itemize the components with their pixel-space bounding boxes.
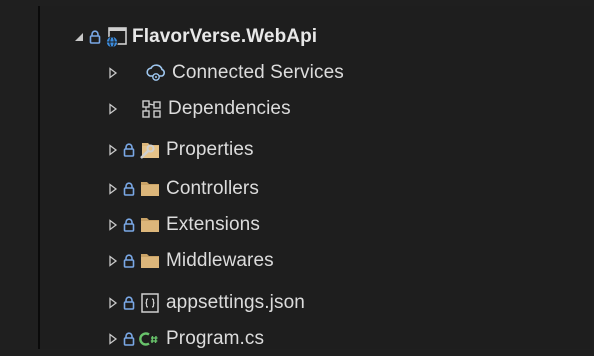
window-frame: FlavorVerse.WebApi Connected Services De… xyxy=(0,0,594,353)
tree-item-program-cs[interactable]: Program.cs xyxy=(40,322,594,356)
tree-item-label: Properties xyxy=(166,139,254,160)
lock-icon xyxy=(122,294,136,312)
web-project-icon xyxy=(104,25,128,49)
folder-icon xyxy=(138,249,162,273)
lock-icon xyxy=(122,216,136,234)
lock-icon xyxy=(88,28,102,46)
lock-icon xyxy=(122,330,136,348)
tree-item-label: Middlewares xyxy=(166,250,274,271)
project-name: FlavorVerse.WebApi xyxy=(132,26,318,47)
tree-item-connected-services[interactable]: Connected Services xyxy=(40,56,594,90)
tree-item-label: Extensions xyxy=(166,214,260,235)
expand-arrow-icon[interactable] xyxy=(104,100,122,118)
folder-icon xyxy=(138,177,162,201)
tree-item-dependencies[interactable]: Dependencies xyxy=(40,92,594,126)
tree-item-label: Program.cs xyxy=(166,328,265,349)
expand-arrow-icon[interactable] xyxy=(104,330,122,348)
tree-item-appsettings[interactable]: appsettings.json xyxy=(40,286,594,320)
tree-item-label: Controllers xyxy=(166,178,259,199)
connected-services-icon xyxy=(144,61,168,85)
folder-icon xyxy=(138,213,162,237)
csharp-file-icon xyxy=(138,327,162,351)
tree-item-properties[interactable]: Properties xyxy=(40,133,594,167)
tree-item-label: Connected Services xyxy=(172,62,344,83)
tree-item-label: appsettings.json xyxy=(166,292,305,313)
tree-item-label: Dependencies xyxy=(168,98,291,119)
lock-icon xyxy=(122,252,136,270)
tree-item-project[interactable]: FlavorVerse.WebApi xyxy=(40,20,594,54)
expand-arrow-icon[interactable] xyxy=(104,252,122,270)
json-file-icon xyxy=(138,291,162,315)
lock-icon xyxy=(122,141,136,159)
expand-arrow-icon[interactable] xyxy=(104,294,122,312)
expand-arrow-icon[interactable] xyxy=(104,180,122,198)
dependencies-icon xyxy=(140,97,164,121)
tree-item-middlewares[interactable]: Middlewares xyxy=(40,244,594,278)
solution-tree: FlavorVerse.WebApi Connected Services De… xyxy=(40,6,592,349)
expand-arrow-icon[interactable] xyxy=(104,141,122,159)
solution-explorer-panel: FlavorVerse.WebApi Connected Services De… xyxy=(38,6,592,349)
expand-arrow-icon[interactable] xyxy=(104,64,122,82)
collapse-arrow-icon[interactable] xyxy=(70,28,88,46)
tree-item-extensions[interactable]: Extensions xyxy=(40,208,594,242)
expand-arrow-icon[interactable] xyxy=(104,216,122,234)
tree-item-controllers[interactable]: Controllers xyxy=(40,172,594,206)
properties-folder-icon xyxy=(138,138,162,162)
lock-icon xyxy=(122,180,136,198)
